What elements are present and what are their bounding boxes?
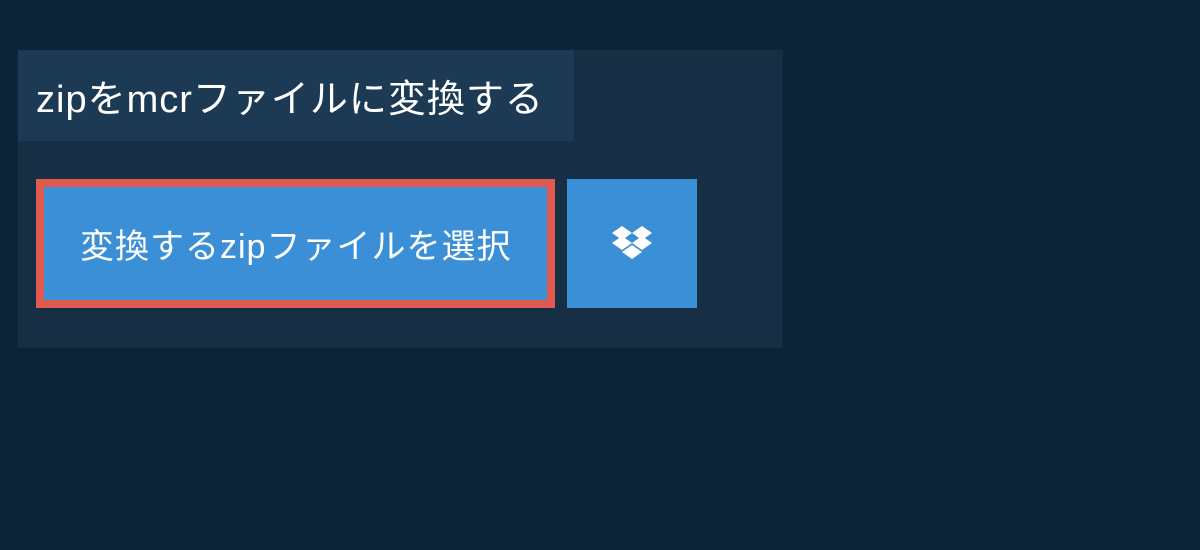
button-row: 変換するzipファイルを選択: [36, 179, 783, 308]
converter-panel: zipをmcrファイルに変換する 変換するzipファイルを選択: [18, 50, 783, 348]
select-file-button[interactable]: 変換するzipファイルを選択: [36, 179, 555, 308]
dropbox-icon: [612, 226, 652, 262]
dropbox-button[interactable]: [567, 179, 697, 308]
title-bar: zipをmcrファイルに変換する: [18, 50, 574, 141]
page-title: zipをmcrファイルに変換する: [36, 79, 544, 121]
